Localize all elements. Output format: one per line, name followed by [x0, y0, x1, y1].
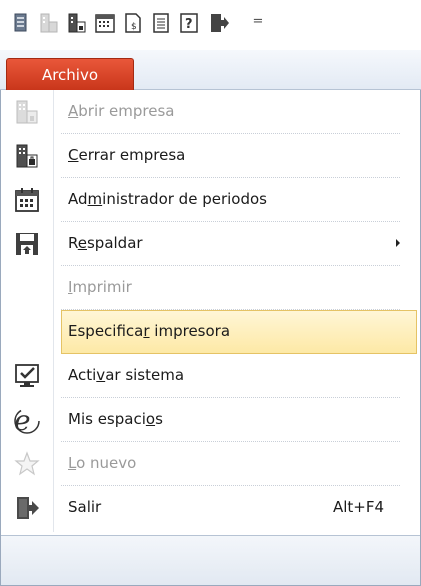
close-company-icon: [12, 141, 42, 171]
svg-text:$: $: [131, 22, 137, 32]
menu-item[interactable]: Cerrar empresa: [1, 134, 420, 178]
menu-item-label: Salir: [68, 498, 102, 516]
menu-item[interactable]: Administrador de periodos: [1, 178, 420, 222]
menu-item-shortcut: Alt+F4: [332, 498, 384, 516]
menu-item[interactable]: Abrir empresa: [1, 90, 420, 134]
svg-text:?: ?: [185, 17, 193, 32]
menu-item[interactable]: e Mis espacios: [1, 398, 420, 442]
customize-toolbar-button[interactable]: =: [251, 12, 265, 32]
star-icon: [12, 449, 42, 479]
file-tab[interactable]: Archivo: [6, 58, 134, 90]
menu-item[interactable]: Salir Alt+F4: [1, 486, 420, 530]
exit-icon: [12, 493, 42, 523]
menu-item[interactable]: Respaldar: [1, 222, 420, 266]
invoice-icon[interactable]: $: [120, 8, 146, 38]
open-company-icon: [12, 97, 42, 127]
close-company-icon[interactable]: [64, 8, 90, 38]
backup-icon: [12, 229, 42, 259]
menu-item-label: Abrir empresa: [68, 102, 175, 120]
file-menu: Abrir empresa Cerrar empresa Administrador…: [0, 90, 421, 586]
menu-item-label: Activar sistema: [68, 366, 185, 384]
exit-icon[interactable]: [206, 8, 232, 38]
calendar-icon: [12, 185, 42, 215]
menu-item-label: Cerrar empresa: [68, 146, 186, 164]
spaces-icon: e: [12, 405, 42, 435]
menu-item-label: Lo nuevo: [68, 454, 137, 472]
menu-item[interactable]: Imprimir: [1, 266, 420, 310]
svg-text:e: e: [14, 406, 31, 434]
menu-item-label: Imprimir: [68, 278, 132, 296]
help-icon[interactable]: ?: [176, 8, 202, 38]
document-icon[interactable]: [148, 8, 174, 38]
activate-icon: [12, 361, 42, 391]
menu-footer: [1, 535, 420, 585]
menu-item-label: Especificar impresora: [68, 322, 231, 340]
menu-item[interactable]: Activar sistema: [1, 354, 420, 398]
menu-item-label: Administrador de periodos: [68, 190, 267, 208]
menu-item-label: Mis espacios: [68, 410, 163, 428]
menu-item[interactable]: Lo nuevo: [1, 442, 420, 486]
open-company-icon[interactable]: [36, 8, 62, 38]
quick-access-toolbar: $ ? =: [0, 0, 421, 50]
menu-item-label: Respaldar: [68, 234, 143, 252]
menu-item[interactable]: Especificar impresora: [61, 310, 417, 354]
ribbon-tab-strip: Archivo: [0, 50, 421, 90]
periods-icon[interactable]: [92, 8, 118, 38]
app-icon[interactable]: [8, 8, 34, 38]
menu-items: Abrir empresa Cerrar empresa Administrador…: [1, 90, 420, 530]
submenu-arrow-icon: [396, 239, 400, 247]
